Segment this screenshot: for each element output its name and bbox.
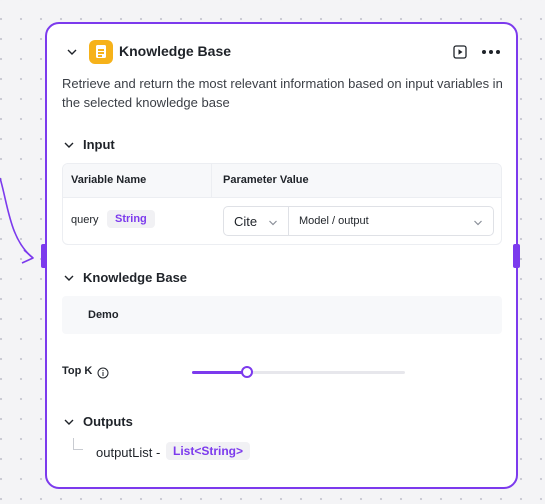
output-item: outputList - <box>96 445 160 460</box>
node-title: Knowledge Base <box>119 43 232 59</box>
info-icon[interactable] <box>97 366 109 379</box>
variable-type-badge: String <box>107 209 155 228</box>
output-port[interactable] <box>513 244 520 268</box>
outputs-section-header[interactable]: Outputs <box>47 412 516 432</box>
variable-name: query <box>71 214 99 226</box>
table-header: Variable Name Parameter Value <box>63 164 501 198</box>
chevron-down-icon[interactable] <box>63 272 75 284</box>
reference-select[interactable]: Model / output <box>299 215 369 227</box>
output-name: outputList <box>96 445 153 460</box>
column-header-parameter-value: Parameter Value <box>223 174 309 186</box>
column-header-variable-name: Variable Name <box>71 174 147 186</box>
output-type-badge: List<String> <box>166 442 251 460</box>
input-table: Variable Name Parameter Value query Stri… <box>62 163 502 245</box>
input-section-header[interactable]: Input <box>47 135 516 155</box>
chevron-down-icon[interactable] <box>472 217 484 229</box>
chevron-down-icon[interactable] <box>63 139 75 151</box>
play-icon[interactable] <box>453 45 467 59</box>
chevron-down-icon[interactable] <box>63 416 75 428</box>
slider-handle[interactable] <box>241 366 254 378</box>
chevron-down-icon[interactable] <box>267 217 279 229</box>
knowledge-base-section-label: Knowledge Base <box>83 270 188 285</box>
slider-fill <box>192 371 248 374</box>
value-mode-select[interactable]: Cite <box>234 214 257 229</box>
more-icon[interactable] <box>482 50 500 55</box>
knowledge-base-name: Demo <box>88 309 119 321</box>
knowledge-base-item[interactable]: Demo <box>62 296 502 334</box>
input-section-label: Input <box>83 137 115 152</box>
outputs-section-label: Outputs <box>83 414 133 429</box>
output-separator: - <box>156 445 161 460</box>
node-header: Knowledge Base <box>47 38 516 66</box>
parameter-value-field[interactable]: Cite Model / output <box>223 206 494 236</box>
tree-connector <box>73 438 83 450</box>
knowledge-base-node[interactable]: Knowledge Base Retrieve and return the m… <box>45 22 518 489</box>
knowledge-base-section-header[interactable]: Knowledge Base <box>47 268 516 288</box>
chevron-down-icon[interactable] <box>66 46 78 58</box>
top-k-label: Top K <box>62 365 93 377</box>
knowledge-base-icon <box>89 40 113 64</box>
top-k-slider[interactable] <box>192 371 405 374</box>
node-description: Retrieve and return the most relevant in… <box>62 76 503 110</box>
